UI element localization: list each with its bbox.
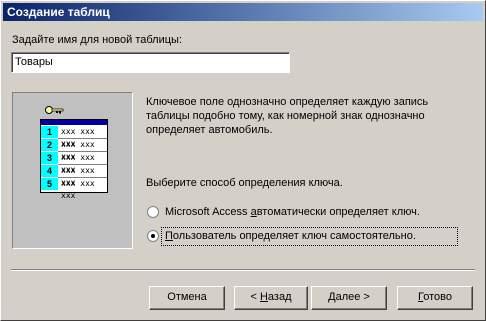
auto-key-label-rest: втоматически определяет ключ. bbox=[256, 206, 420, 218]
table-row: 2 xxx xxx xxx bbox=[41, 139, 107, 161]
auto-key-radio[interactable] bbox=[147, 206, 159, 218]
table-row: 3 xxx xxx xxx bbox=[41, 152, 107, 174]
row-number: 2 bbox=[41, 139, 58, 151]
table-name-input[interactable]: Товары bbox=[11, 52, 290, 73]
title-bar[interactable]: Создание таблиц bbox=[3, 3, 483, 21]
finish-label-rest: отово bbox=[423, 291, 452, 303]
back-label-part: < bbox=[250, 291, 260, 303]
table-header-bar bbox=[41, 120, 107, 125]
manual-key-accelerator: П bbox=[165, 230, 173, 242]
radio-selected-dot bbox=[151, 234, 155, 238]
primary-key-description: Ключевое поле однозначно определяет кажд… bbox=[146, 96, 429, 136]
manual-key-label[interactable]: Пользователь определяет ключ самостоятел… bbox=[165, 230, 416, 242]
row-number: 4 bbox=[41, 165, 58, 177]
next-accelerator: Д bbox=[328, 291, 336, 303]
cancel-button[interactable]: Отмена bbox=[149, 286, 225, 310]
next-label-rest: алее > bbox=[335, 291, 370, 303]
separator-light bbox=[11, 270, 475, 271]
window-title: Создание таблиц bbox=[7, 5, 110, 19]
key-method-prompt: Выберите способ определения ключа. bbox=[146, 177, 343, 189]
primary-key-illustration: 1 xxx xxx xxx 2 xxx xxx xxx 3 xxx xxx xx… bbox=[12, 92, 133, 249]
next-button[interactable]: Далее > bbox=[311, 286, 387, 310]
auto-key-label-part: Microsoft Access bbox=[165, 206, 251, 218]
row-number: 5 bbox=[41, 178, 58, 190]
auto-key-label[interactable]: Microsoft Access автоматически определяе… bbox=[165, 206, 420, 218]
table-row: 1 xxx xxx xxx bbox=[41, 126, 107, 148]
manual-key-label-rest: ользователь определяет ключ самостоятель… bbox=[172, 230, 416, 242]
back-button[interactable]: < Назад bbox=[234, 286, 308, 310]
table-name-label: Задайте имя для новой таблицы: bbox=[12, 34, 182, 46]
table-icon: 1 xxx xxx xxx 2 xxx xxx xxx 3 xxx xxx xx… bbox=[40, 119, 108, 200]
table-row: 4 xxx xxx xxx bbox=[41, 165, 107, 187]
back-accelerator: Н bbox=[259, 291, 268, 303]
finish-button[interactable]: Готово bbox=[397, 286, 473, 310]
row-cells: xxx xxx xxx bbox=[61, 179, 95, 200]
table-wizard-window: Создание таблиц Задайте имя для новой та… bbox=[0, 0, 486, 321]
row-number: 1 bbox=[41, 126, 58, 138]
key-icon bbox=[45, 106, 64, 114]
back-label-rest: азад bbox=[267, 291, 292, 303]
row-number: 3 bbox=[41, 152, 58, 164]
table-name-value: Товары bbox=[15, 56, 53, 68]
manual-key-radio[interactable] bbox=[147, 230, 159, 242]
table-row: 5 xxx xxx xxx bbox=[41, 178, 107, 200]
